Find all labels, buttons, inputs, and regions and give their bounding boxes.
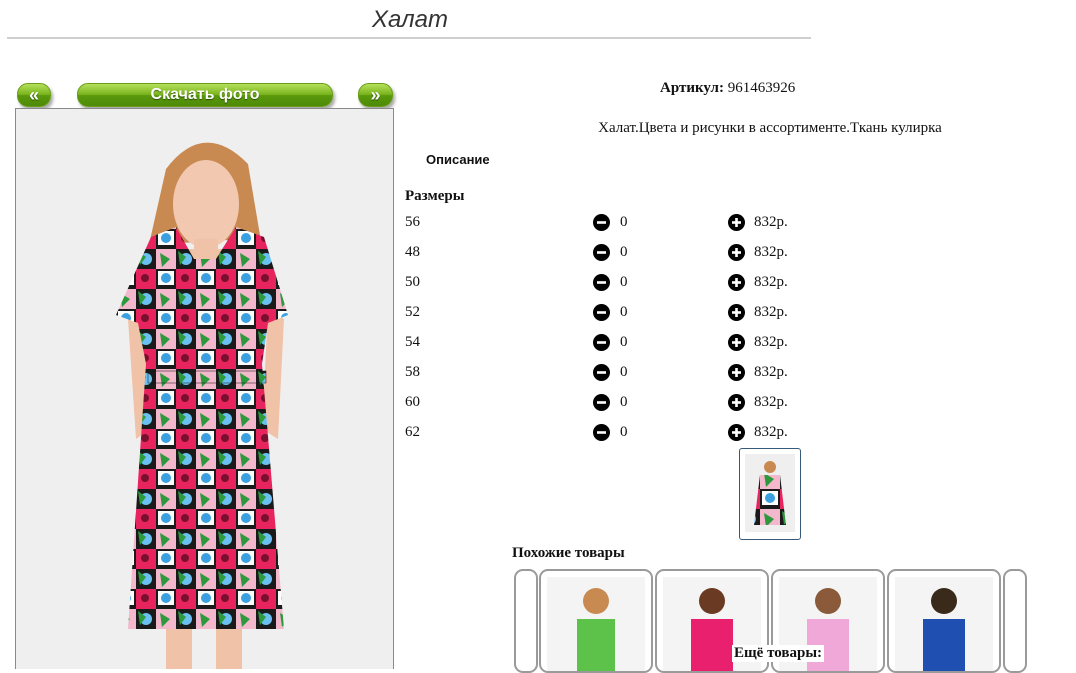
quantity-value: 0 xyxy=(620,304,628,320)
size-value: 54 xyxy=(405,334,420,350)
price-value: 832р. xyxy=(754,424,788,440)
size-row: 50 0 832р. xyxy=(405,274,825,296)
plus-icon[interactable] xyxy=(728,394,745,411)
similar-scroll-right[interactable] xyxy=(1003,569,1027,673)
plus-icon[interactable] xyxy=(728,244,745,261)
sizes-heading: Размеры xyxy=(405,188,465,204)
price-value: 832р. xyxy=(754,364,788,380)
minus-icon[interactable] xyxy=(593,274,610,291)
similar-item-image xyxy=(547,577,645,671)
price-value: 832р. xyxy=(754,244,788,260)
size-value: 50 xyxy=(405,274,420,290)
minus-icon[interactable] xyxy=(593,244,610,261)
similar-heading: Похожие товары xyxy=(512,545,625,561)
size-value: 56 xyxy=(405,214,420,230)
plus-icon[interactable] xyxy=(728,274,745,291)
article-line: Артикул: 961463926 xyxy=(660,80,900,97)
size-value: 52 xyxy=(405,304,420,320)
size-value: 62 xyxy=(405,424,420,440)
quantity-value: 0 xyxy=(620,214,628,230)
thumbnail-image xyxy=(745,454,795,532)
more-products-heading: Ещё товары: xyxy=(732,645,825,662)
quantity-value: 0 xyxy=(620,274,628,290)
size-row: 58 0 832р. xyxy=(405,364,825,386)
size-row: 60 0 832р. xyxy=(405,394,825,416)
price-value: 832р. xyxy=(754,214,788,230)
product-photo-illustration xyxy=(16,109,393,669)
minus-icon[interactable] xyxy=(593,334,610,351)
product-description: Халат.Цвета и рисунки в ассортименте.Тка… xyxy=(598,120,942,136)
next-photo-button[interactable]: » xyxy=(358,83,393,107)
price-value: 832р. xyxy=(754,394,788,410)
size-row: 62 0 832р. xyxy=(405,424,825,446)
quantity-value: 0 xyxy=(620,424,628,440)
similar-item[interactable] xyxy=(539,569,653,673)
minus-icon[interactable] xyxy=(593,394,610,411)
prev-photo-button[interactable]: « xyxy=(17,83,51,107)
article-value: 961463926 xyxy=(727,80,796,96)
size-value: 58 xyxy=(405,364,420,380)
description-heading[interactable]: Описание xyxy=(426,152,490,167)
product-photo[interactable] xyxy=(15,108,394,669)
plus-icon[interactable] xyxy=(728,214,745,231)
product-thumbnail[interactable] xyxy=(739,448,801,540)
price-value: 832р. xyxy=(754,274,788,290)
plus-icon[interactable] xyxy=(728,364,745,381)
article-label: Артикул: xyxy=(660,80,724,96)
plus-icon[interactable] xyxy=(728,304,745,321)
quantity-value: 0 xyxy=(620,334,628,350)
plus-icon[interactable] xyxy=(728,424,745,441)
minus-icon[interactable] xyxy=(593,424,610,441)
size-row: 56 0 832р. xyxy=(405,214,825,236)
similar-scroll-left[interactable] xyxy=(514,569,538,673)
price-value: 832р. xyxy=(754,304,788,320)
size-row: 54 0 832р. xyxy=(405,334,825,356)
minus-icon[interactable] xyxy=(593,214,610,231)
similar-item[interactable] xyxy=(887,569,1001,673)
size-row: 52 0 832р. xyxy=(405,304,825,326)
minus-icon[interactable] xyxy=(593,304,610,321)
title-divider xyxy=(7,37,811,39)
size-value: 48 xyxy=(405,244,420,260)
price-value: 832р. xyxy=(754,334,788,350)
minus-icon[interactable] xyxy=(593,364,610,381)
download-photo-button[interactable]: Скачать фото xyxy=(77,83,333,107)
quantity-value: 0 xyxy=(620,364,628,380)
size-value: 60 xyxy=(405,394,420,410)
plus-icon[interactable] xyxy=(728,334,745,351)
similar-item-image xyxy=(895,577,993,671)
page-title: Халат xyxy=(372,6,448,33)
quantity-value: 0 xyxy=(620,244,628,260)
size-row: 48 0 832р. xyxy=(405,244,825,266)
quantity-value: 0 xyxy=(620,394,628,410)
